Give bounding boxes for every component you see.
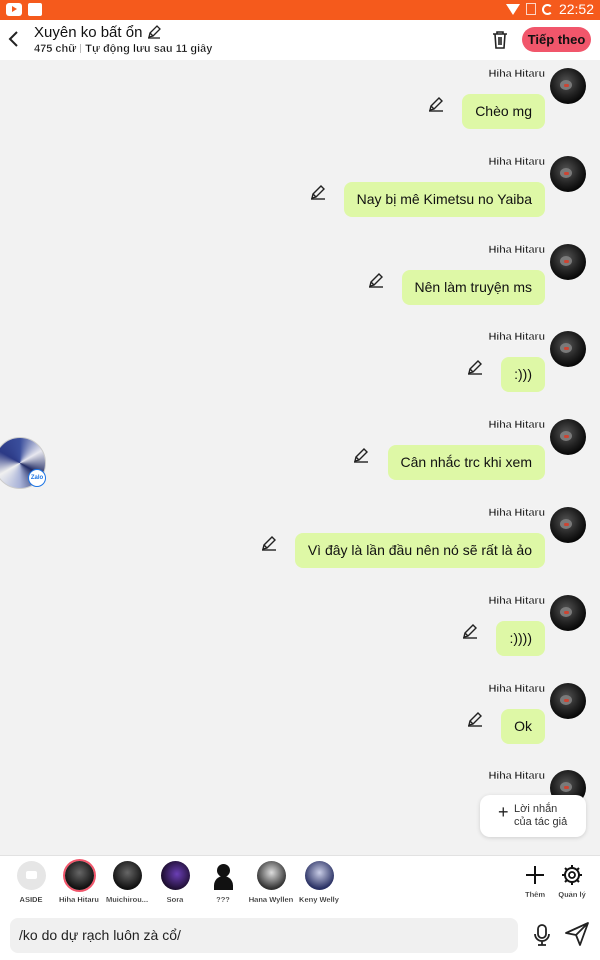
edit-message-icon[interactable] <box>462 623 478 639</box>
character-sora[interactable]: Sora <box>150 861 200 904</box>
sender-name: Hiha Hitaru <box>488 156 545 168</box>
composer-bar: /ko do dự rạch luôn zà cổ/ <box>0 910 600 960</box>
message-bubble[interactable]: Chèo mg <box>462 94 545 129</box>
plus-icon <box>518 862 552 888</box>
message-row[interactable]: Hiha Hitaru:)))) <box>0 587 600 675</box>
youtube-icon <box>6 3 22 16</box>
message-bubble[interactable]: Nay bị mê Kimetsu no Yaiba <box>343 182 545 217</box>
no-sim-icon <box>525 3 536 15</box>
sender-name: Hiha Hitaru <box>488 331 545 343</box>
message-bubble[interactable]: :)))) <box>496 621 545 656</box>
avatar[interactable] <box>550 331 586 367</box>
character-keny-welly[interactable]: Keny Welly <box>294 861 344 904</box>
message-bubble[interactable]: :))) <box>501 357 545 392</box>
zalo-icon: Zalo <box>28 469 46 487</box>
character-hana-wyllen[interactable]: Hana Wyllen <box>246 861 296 904</box>
message-bubble[interactable]: Nên làm truyện ms <box>401 270 545 305</box>
top-app-bar: Xuyên ko bất ổn 475 chữ Tự động lưu sau 1… <box>0 20 600 60</box>
sender-name: Hiha Hitaru <box>488 507 545 519</box>
edit-message-icon[interactable] <box>353 447 369 463</box>
message-row[interactable]: Hiha Hitaru Cân nhắc trc khi xem <box>0 411 600 499</box>
character-unknown[interactable]: ??? <box>198 861 248 904</box>
message-row[interactable]: Hiha Hitaru Vì đây là lần đầu nên nó sẽ r… <box>0 499 600 587</box>
sender-name: Hiha Hitaru <box>488 770 545 782</box>
avatar[interactable] <box>550 507 586 543</box>
app-icon <box>28 3 42 16</box>
avatar <box>112 861 142 890</box>
add-character-button[interactable]: Thêm <box>518 862 552 899</box>
character-muichirou[interactable]: Muichirou... <box>102 861 152 904</box>
sender-name: Hiha Hitaru <box>488 419 545 431</box>
message-input[interactable]: /ko do dự rạch luôn zà cổ/ <box>10 918 518 953</box>
story-title-text: Xuyên ko bất ổn <box>34 24 143 41</box>
wifi-icon <box>505 3 520 15</box>
avatar[interactable] <box>550 156 586 192</box>
edit-message-icon[interactable] <box>467 711 483 727</box>
character-bar: ASIDE Hiha Hitaru Muichirou... Sora ??? … <box>0 855 600 910</box>
avatar[interactable] <box>550 244 586 280</box>
gear-icon <box>555 862 589 888</box>
avatar[interactable] <box>550 68 586 104</box>
edit-message-icon[interactable] <box>261 535 277 551</box>
chat-area[interactable]: Hiha Hitaru Chèo mg Hiha Hitaru Nay bị mê K… <box>0 60 600 855</box>
avatar <box>160 861 190 890</box>
manage-characters-button[interactable]: Quản lý <box>555 862 589 899</box>
avatar <box>64 861 94 890</box>
message-row[interactable]: Hiha Hitaru Chèo mg <box>0 60 600 148</box>
person-silhouette-icon <box>208 861 238 890</box>
edit-title-icon[interactable] <box>147 25 161 43</box>
sender-name: Hiha Hitaru <box>488 244 545 256</box>
battery-charging-icon <box>541 3 553 15</box>
message-row[interactable]: Hiha Hitaru Ok <box>0 675 600 763</box>
send-icon[interactable] <box>564 921 590 947</box>
edit-message-icon[interactable] <box>428 96 444 112</box>
edit-message-icon[interactable] <box>310 184 326 200</box>
character-aside[interactable]: ASIDE <box>6 861 56 904</box>
edit-message-icon[interactable] <box>467 359 483 375</box>
message-row[interactable]: Hiha Hitaru Nên làm truyện ms <box>0 236 600 324</box>
message-row[interactable]: Hiha Hitaru Nay bị mê Kimetsu no Yaiba <box>0 148 600 236</box>
clock: 22:52 <box>558 1 594 17</box>
avatar <box>256 861 286 890</box>
microphone-icon[interactable] <box>531 923 553 947</box>
author-note-button[interactable]: + Lời nhắn của tác giả <box>480 795 586 837</box>
edit-message-icon[interactable] <box>368 272 384 288</box>
aside-icon <box>16 861 46 890</box>
story-meta: 475 chữ Tự động lưu sau 11 giây <box>34 43 213 55</box>
story-title[interactable]: Xuyên ko bất ổn <box>34 24 161 43</box>
word-count: 475 chữ <box>34 43 77 55</box>
message-bubble[interactable]: Cân nhắc trc khi xem <box>387 445 545 480</box>
avatar[interactable] <box>550 595 586 631</box>
character-hiha-hitaru[interactable]: Hiha Hitaru <box>54 861 104 904</box>
trash-icon[interactable] <box>490 29 510 51</box>
back-arrow-icon[interactable] <box>6 28 26 54</box>
next-button[interactable]: Tiếp theo <box>522 27 591 52</box>
message-bubble[interactable]: Vì đây là lần đầu nên nó sẽ rất là ảo <box>294 533 545 568</box>
author-note-label: Lời nhắn của tác giả <box>514 803 568 828</box>
avatar[interactable] <box>550 683 586 719</box>
message-bubble[interactable]: Ok <box>501 709 545 744</box>
plus-icon: + <box>498 802 509 822</box>
sender-name: Hiha Hitaru <box>488 68 545 80</box>
message-row[interactable]: Hiha Hitaru:))) <box>0 323 600 411</box>
status-bar: 22:52 <box>0 0 600 20</box>
sender-name: Hiha Hitaru <box>488 595 545 607</box>
sender-name: Hiha Hitaru <box>488 683 545 695</box>
autosave-status: Tự động lưu sau 11 giây <box>85 43 213 55</box>
avatar[interactable] <box>550 419 586 455</box>
avatar <box>304 861 334 890</box>
